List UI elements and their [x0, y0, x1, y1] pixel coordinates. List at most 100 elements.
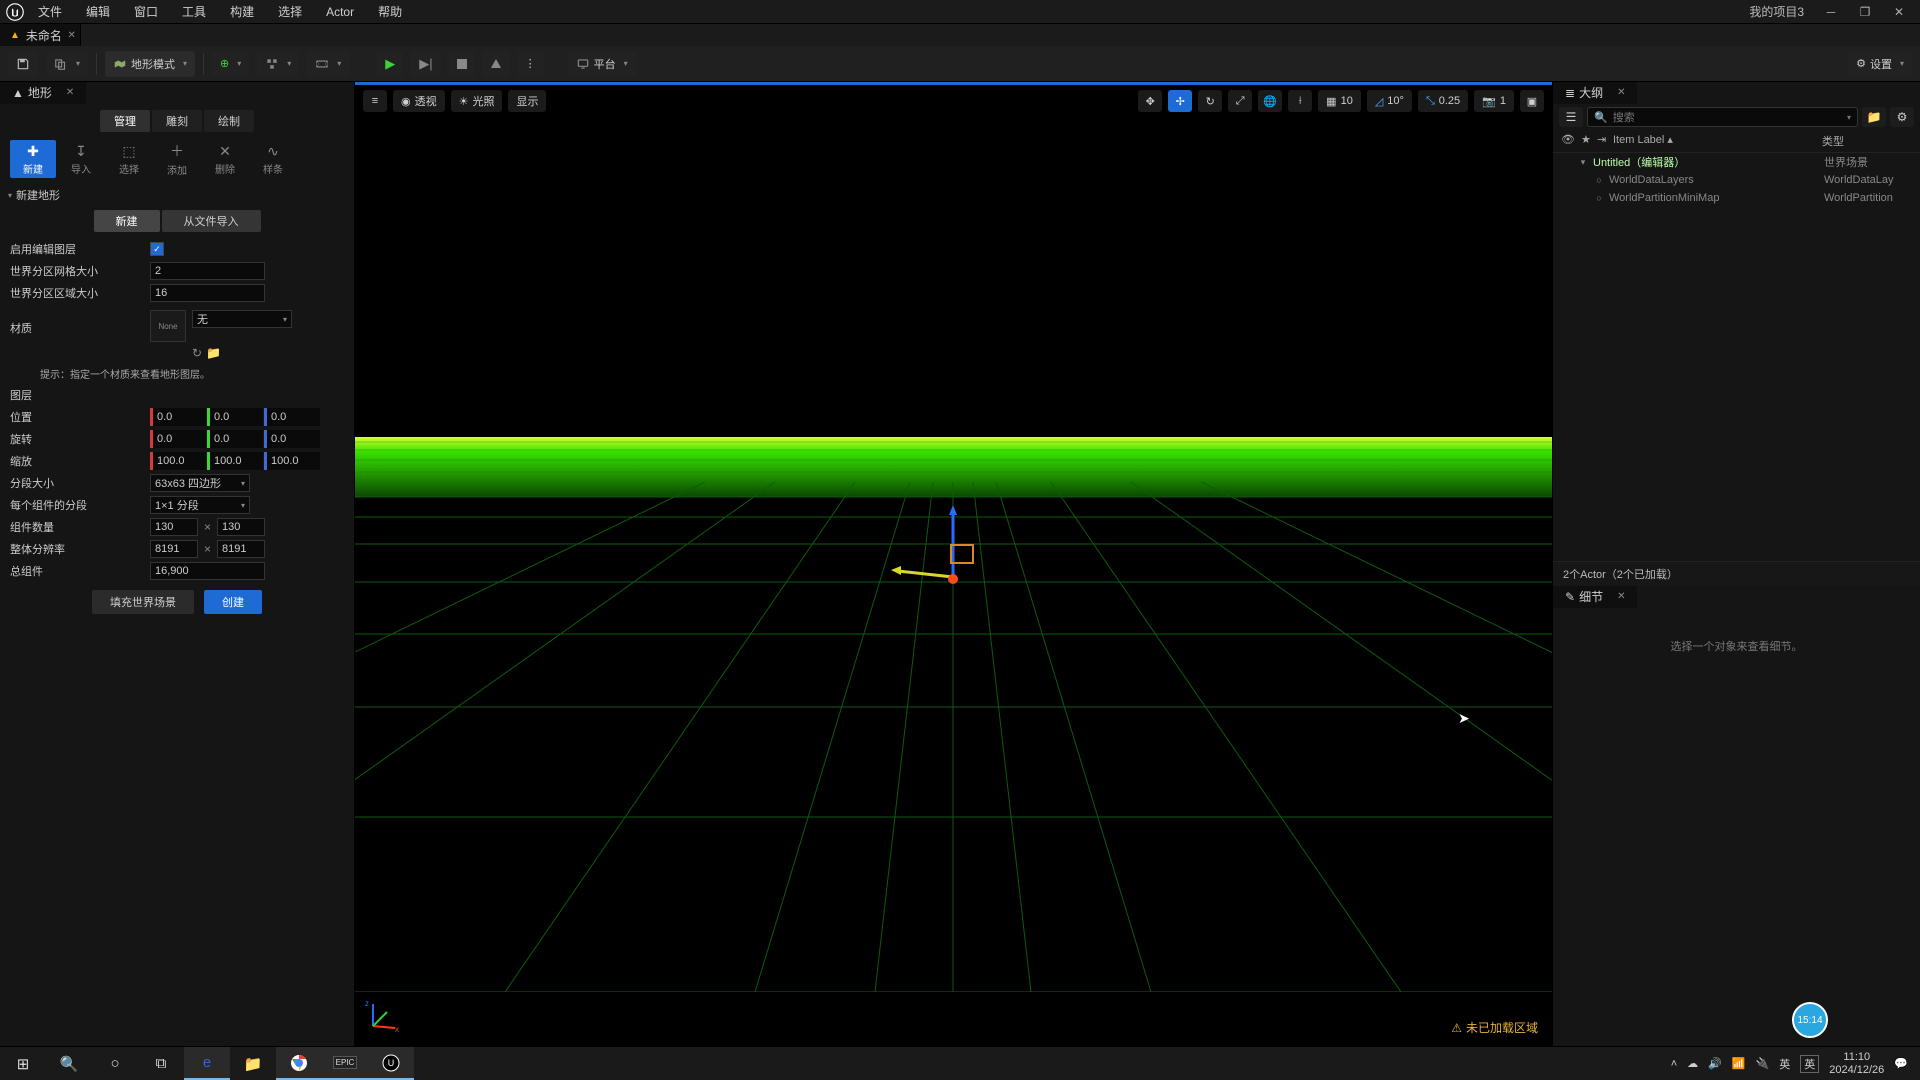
- outliner-row[interactable]: ▾Untitled（编辑器）世界场景: [1553, 153, 1920, 171]
- cortana-button[interactable]: ○: [92, 1047, 138, 1080]
- tool-delete[interactable]: ✕删除: [202, 140, 248, 178]
- menu-window[interactable]: 窗口: [122, 0, 170, 24]
- scale-snap-button[interactable]: ⤡0.25: [1418, 90, 1468, 112]
- checkbox-edit-layers[interactable]: ✓: [150, 242, 164, 256]
- tab-manage[interactable]: 管理: [100, 110, 150, 132]
- viewport-3d[interactable]: ≡ ◉透视 ☀光照 显示 ✥ ✢ ↻ ⤢ 🌐 ⟊ ▦10 ◿10° ⤡0.25 …: [355, 82, 1552, 1046]
- translate-mode-button[interactable]: ✢: [1168, 90, 1192, 112]
- editor-mode-select[interactable]: 地形模式: [105, 51, 195, 77]
- outliner-row[interactable]: ○WorldDataLayersWorldDataLay: [1553, 171, 1920, 189]
- settings-button[interactable]: ⚙ 设置: [1848, 51, 1912, 77]
- material-thumbnail[interactable]: None: [150, 310, 186, 342]
- input-resolution-x[interactable]: [150, 540, 198, 558]
- menu-edit[interactable]: 编辑: [74, 0, 122, 24]
- taskbar-search-button[interactable]: 🔍: [46, 1047, 92, 1080]
- close-tab-icon[interactable]: ✕: [68, 30, 76, 41]
- select-mode-button[interactable]: ✥: [1138, 90, 1162, 112]
- tray-cloud-icon[interactable]: ☁: [1687, 1057, 1698, 1070]
- outliner-settings-button[interactable]: ⚙: [1890, 107, 1914, 127]
- close-details-icon[interactable]: ✕: [1617, 586, 1625, 608]
- play-button[interactable]: ▶: [377, 51, 403, 77]
- menu-tools[interactable]: 工具: [170, 0, 218, 24]
- outliner-folder-button[interactable]: 📁: [1862, 107, 1886, 127]
- viewport-lit-button[interactable]: ☀光照: [451, 90, 503, 112]
- menu-file[interactable]: 文件: [26, 0, 74, 24]
- input-resolution-y[interactable]: [217, 540, 265, 558]
- start-button[interactable]: ⊞: [0, 1047, 46, 1080]
- ue5-app[interactable]: U: [368, 1047, 414, 1080]
- details-tab[interactable]: ✎ 细节 ✕: [1553, 586, 1637, 608]
- angle-snap-button[interactable]: ◿10°: [1367, 90, 1412, 112]
- outliner-row[interactable]: ○WorldPartitionMiniMapWorldPartition: [1553, 189, 1920, 207]
- epic-app[interactable]: EPIC: [322, 1047, 368, 1080]
- camera-speed-button[interactable]: 📷1: [1474, 90, 1514, 112]
- chrome-app[interactable]: [276, 1047, 322, 1080]
- use-selected-icon[interactable]: ↻: [192, 346, 202, 360]
- menu-help[interactable]: 帮助: [366, 0, 414, 24]
- col-label[interactable]: Item Label ▴: [1613, 133, 1822, 149]
- coord-space-button[interactable]: 🌐: [1258, 90, 1282, 112]
- save-button[interactable]: [8, 51, 38, 77]
- input-location[interactable]: 0.00.00.0: [150, 408, 320, 426]
- fill-world-button[interactable]: 填充世界场景: [92, 590, 194, 614]
- blueprints-button[interactable]: [257, 51, 299, 77]
- menu-select[interactable]: 选择: [266, 0, 314, 24]
- rotate-mode-button[interactable]: ↻: [1198, 90, 1222, 112]
- tray-battery-icon[interactable]: 🔌: [1756, 1057, 1770, 1070]
- maximize-button[interactable]: ❐: [1848, 0, 1882, 24]
- maximize-viewport-button[interactable]: ▣: [1520, 90, 1544, 112]
- tab-paint[interactable]: 绘制: [204, 110, 254, 132]
- menu-actor[interactable]: Actor: [314, 0, 366, 24]
- taskbar-clock[interactable]: 11:102024/12/26: [1829, 1051, 1884, 1075]
- eject-button[interactable]: [483, 51, 509, 77]
- add-content-button[interactable]: ⊕: [212, 51, 249, 77]
- input-scale[interactable]: 100.0100.0100.0: [150, 452, 320, 470]
- grid-snap-button[interactable]: ▦10: [1318, 90, 1361, 112]
- level-tab[interactable]: ▲ 未命名 ✕: [0, 24, 81, 46]
- save-options-button[interactable]: [46, 51, 88, 77]
- scale-mode-button[interactable]: ⤢: [1228, 90, 1252, 112]
- viewport-menu-button[interactable]: ≡: [363, 90, 387, 112]
- explorer-app[interactable]: 📁: [230, 1047, 276, 1080]
- ime-indicator-2[interactable]: 英: [1800, 1055, 1819, 1073]
- tab-sculpt[interactable]: 雕刻: [152, 110, 202, 132]
- cinematics-button[interactable]: [307, 51, 349, 77]
- recording-badge[interactable]: 15:14: [1792, 1002, 1828, 1038]
- tray-volume-icon[interactable]: 🔊: [1708, 1057, 1722, 1070]
- viewport-perspective-button[interactable]: ◉透视: [393, 90, 445, 112]
- chevron-down-icon[interactable]: ▾: [1847, 113, 1851, 122]
- col-pin-icon[interactable]: ★: [1581, 133, 1597, 149]
- play-options-button[interactable]: ⋮: [517, 51, 544, 77]
- input-rotation[interactable]: 0.00.00.0: [150, 430, 320, 448]
- edge-app[interactable]: e: [184, 1047, 230, 1080]
- menu-build[interactable]: 构建: [218, 0, 266, 24]
- select-section-size[interactable]: 63x63 四边形: [150, 474, 250, 492]
- viewport-show-button[interactable]: 显示: [508, 90, 546, 112]
- section-new-landscape[interactable]: 新建地形: [0, 184, 354, 206]
- input-total[interactable]: [150, 562, 265, 580]
- platforms-button[interactable]: 平台: [568, 51, 636, 77]
- outliner-filter-button[interactable]: ☰: [1559, 107, 1583, 127]
- col-hier-icon[interactable]: ⇥: [1597, 133, 1613, 149]
- outliner-search-input[interactable]: 🔍 搜索 ▾: [1587, 107, 1858, 127]
- tool-import[interactable]: ↧导入: [58, 140, 104, 178]
- close-panel-icon[interactable]: ✕: [66, 82, 74, 104]
- input-components-x[interactable]: [150, 518, 198, 536]
- step-button[interactable]: ▶|: [411, 51, 440, 77]
- stop-button[interactable]: [449, 51, 475, 77]
- tool-select[interactable]: ⬚选择: [106, 140, 152, 178]
- tool-new[interactable]: ✚新建: [10, 140, 56, 178]
- minimize-button[interactable]: ─: [1814, 0, 1848, 24]
- material-select[interactable]: 无: [192, 310, 292, 328]
- input-components-y[interactable]: [217, 518, 265, 536]
- tray-network-icon[interactable]: 📶: [1732, 1057, 1746, 1070]
- close-outliner-icon[interactable]: ✕: [1617, 82, 1625, 104]
- tray-chevron-icon[interactable]: ˄: [1671, 1058, 1677, 1070]
- select-sections-per[interactable]: 1×1 分段: [150, 496, 250, 514]
- taskview-button[interactable]: ⧉: [138, 1047, 184, 1080]
- tool-spline[interactable]: ∿样条: [250, 140, 296, 178]
- outliner-tab[interactable]: ≣ 大纲 ✕: [1553, 82, 1637, 104]
- landscape-panel-tab[interactable]: ▲ 地形 ✕: [0, 82, 86, 104]
- create-button[interactable]: 创建: [204, 590, 262, 614]
- col-vis-icon[interactable]: 👁: [1561, 133, 1581, 149]
